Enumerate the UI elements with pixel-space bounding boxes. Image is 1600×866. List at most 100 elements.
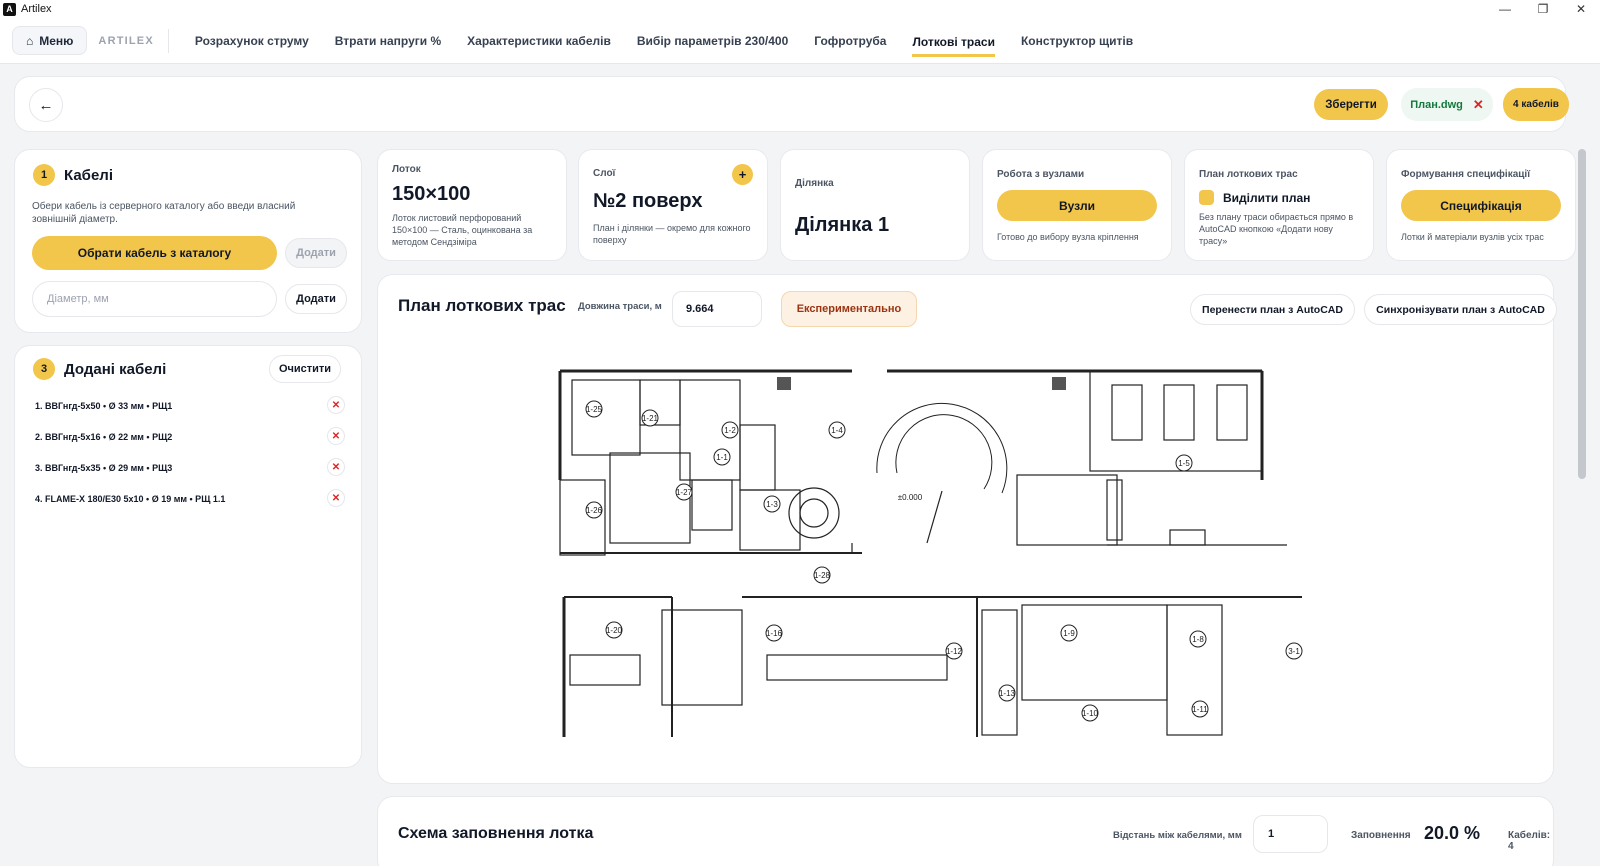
plan-routes-card: План лоткових трас Виділити план Без пла… xyxy=(1184,149,1374,261)
remove-cable-icon[interactable]: ✕ xyxy=(327,427,345,445)
fill-scheme-card: Схема заповнення лотка Відстань між кабе… xyxy=(377,796,1554,866)
menu-button[interactable]: ⌂ Меню xyxy=(12,26,88,55)
route-length-label: Довжина траси, м xyxy=(578,301,662,312)
layers-card[interactable]: Слої + №2 поверх План і ділянки — окремо… xyxy=(578,149,768,261)
room-label: 1-2 xyxy=(724,426,736,435)
room-label: 1-26 xyxy=(586,506,603,515)
home-icon: ⌂ xyxy=(26,33,34,48)
section-title: Додані кабелі xyxy=(64,360,167,378)
room-label: ±0.000 xyxy=(898,493,923,502)
remove-file-icon[interactable]: ✕ xyxy=(1473,97,1484,113)
tab-tray-routes[interactable]: Лоткові траси xyxy=(912,31,995,57)
room-label: 1-5 xyxy=(1178,459,1190,468)
cable-label: 4. FLAME-X 180/E30 5x10 • Ø 19 мм • РЩ 1… xyxy=(35,494,226,504)
back-button[interactable]: ← xyxy=(29,88,63,122)
highlight-plan-label[interactable]: Виділити план xyxy=(1223,191,1310,205)
tray-label: Лоток xyxy=(392,164,421,175)
add-catalog-button[interactable]: Додати xyxy=(285,238,347,268)
action-bar: ← Зберегти План.dwg ✕ 4 кабелів xyxy=(14,76,1569,132)
list-item: 1. ВВГнгд-5х50 • Ø 33 мм • РЩ1 ✕ xyxy=(35,396,345,416)
cable-label: 3. ВВГнгд-5х35 • Ø 29 мм • РЩ3 xyxy=(35,463,173,473)
layers-value: №2 поверх xyxy=(593,190,703,212)
fill-value: 20.0 % xyxy=(1424,823,1481,843)
minimize-icon[interactable]: — xyxy=(1486,0,1524,18)
remove-cable-icon[interactable]: ✕ xyxy=(327,396,345,414)
spec-desc: Лотки й матеріали вузлів усіх трас xyxy=(1401,232,1544,242)
app-title: Artilex xyxy=(21,3,52,15)
section-value: Ділянка 1 xyxy=(795,214,890,236)
room-label: 1-11 xyxy=(1192,705,1208,714)
layers-desc: План і ділянки — окремо для кожного пове… xyxy=(593,223,751,245)
room-label: 1-28 xyxy=(814,571,831,580)
tray-card[interactable]: Лоток 150×100 Лоток листовий перфоровани… xyxy=(377,149,567,261)
section-label: Ділянка xyxy=(795,178,834,189)
scrollbar[interactable] xyxy=(1578,149,1586,479)
layers-label: Слої xyxy=(593,168,616,179)
nodes-desc: Готово до вибору вузла кріплення xyxy=(997,232,1139,242)
remove-cable-icon[interactable]: ✕ xyxy=(327,489,345,507)
room-label: 3-1 xyxy=(1288,647,1300,656)
route-length-input[interactable]: 9.664 xyxy=(672,291,762,327)
room-label: 1-27 xyxy=(676,488,693,497)
catalog-button[interactable]: Обрати кабель з каталогу xyxy=(32,236,277,270)
list-item: 3. ВВГнгд-5х35 • Ø 29 мм • РЩ3 ✕ xyxy=(35,458,345,478)
tray-desc: Лоток листовий перфорований 150×100 — Ст… xyxy=(392,213,533,247)
highlight-plan-checkbox[interactable] xyxy=(1199,190,1214,205)
room-label: 1-3 xyxy=(766,500,778,509)
tab-current-calc[interactable]: Розрахунок струму xyxy=(195,18,309,64)
arrow-left-icon: ← xyxy=(38,96,54,114)
gap-input[interactable]: 1 xyxy=(1253,815,1328,853)
add-diameter-button[interactable]: Додати xyxy=(285,284,347,314)
room-label: 1-20 xyxy=(606,626,623,635)
menu-label: Меню xyxy=(39,33,74,48)
cable-count-badge[interactable]: 4 кабелів xyxy=(1503,88,1569,121)
top-nav: ⌂ Меню ARTILEX Розрахунок струму Втрати … xyxy=(0,18,1600,64)
section-title: Кабелі xyxy=(64,166,113,184)
added-header: 3 Додані кабелі xyxy=(33,358,166,380)
tab-corrugated-pipe[interactable]: Гофротруба xyxy=(814,18,886,64)
room-label: 1-25 xyxy=(586,405,603,414)
tab-params-230-400[interactable]: Вибір параметрів 230/400 xyxy=(637,18,788,64)
list-item: 4. FLAME-X 180/E30 5x10 • Ø 19 мм • РЩ 1… xyxy=(35,489,345,509)
room-label: 1-21 xyxy=(642,414,659,423)
spec-button[interactable]: Специфікація xyxy=(1401,190,1561,221)
experimental-badge: Експериментально xyxy=(781,291,917,327)
window-controls: — ❐ ✕ xyxy=(1486,0,1600,18)
step-badge: 1 xyxy=(33,164,55,186)
clear-button[interactable]: Очистити xyxy=(269,355,341,383)
tab-voltage-drop[interactable]: Втрати напруги % xyxy=(335,18,441,64)
diameter-input[interactable]: Діаметр, мм xyxy=(32,281,277,317)
plan-title: План лоткових трас xyxy=(398,296,566,315)
save-button[interactable]: Зберегти xyxy=(1314,89,1388,120)
section-card[interactable]: Ділянка Ділянка 1 xyxy=(780,149,970,261)
move-plan-button[interactable]: Перенести план з AutoCAD xyxy=(1190,294,1355,325)
fill-title: Схема заповнення лотка xyxy=(398,825,594,842)
room-label: 1-10 xyxy=(1082,709,1099,718)
cable-label: 2. ВВГнгд-5х16 • Ø 22 мм • РЩ2 xyxy=(35,432,173,442)
remove-cable-icon[interactable]: ✕ xyxy=(327,458,345,476)
file-name: План.dwg xyxy=(1410,98,1463,111)
floor-plan-drawing[interactable]: 1-25 1-21 1-2 1-1 1-4 1-26 1-27 1-3 ±0.0… xyxy=(552,365,1322,740)
room-label: 1-1 xyxy=(716,453,728,462)
cables-helper-text: Обери кабель із серверного каталогу або … xyxy=(32,201,296,225)
room-label: 1-13 xyxy=(999,689,1016,698)
step-badge: 3 xyxy=(33,358,55,380)
room-label: 1-4 xyxy=(831,426,843,435)
restore-icon[interactable]: ❐ xyxy=(1524,0,1562,18)
add-layer-button[interactable]: + xyxy=(732,164,753,185)
plan-card: План лоткових трас Довжина траси, м 9.66… xyxy=(377,274,1557,784)
nodes-button[interactable]: Вузли xyxy=(997,190,1157,221)
close-icon[interactable]: ✕ xyxy=(1562,0,1600,18)
sync-plan-button[interactable]: Синхронізувати план з AutoCAD xyxy=(1364,294,1557,325)
tab-cable-specs[interactable]: Характеристики кабелів xyxy=(467,18,611,64)
fill-label: Заповнення xyxy=(1351,830,1411,841)
file-chip[interactable]: План.dwg ✕ xyxy=(1401,88,1493,121)
room-label: 1-9 xyxy=(1063,629,1075,638)
nodes-label: Робота з вузлами xyxy=(997,169,1085,180)
cables-card: 1 Кабелі Обери кабель із серверного ката… xyxy=(14,149,362,333)
app-logo-icon: A xyxy=(3,2,16,16)
room-label: 1-16 xyxy=(766,629,783,638)
title-bar: A Artilex — ❐ ✕ xyxy=(0,0,1600,18)
tab-panel-builder[interactable]: Конструктор щитів xyxy=(1021,18,1133,64)
spec-card: Формування специфікації Специфікація Лот… xyxy=(1386,149,1576,261)
